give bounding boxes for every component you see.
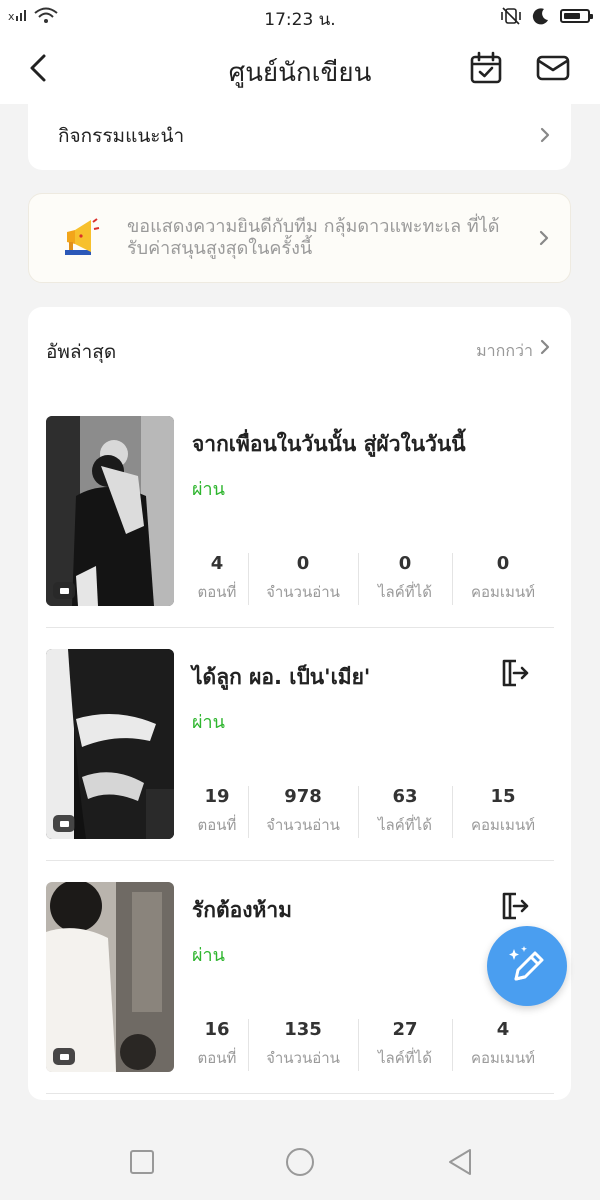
stat-episodes: 19 ตอนที่ xyxy=(186,784,248,840)
calendar-button[interactable] xyxy=(466,48,506,88)
story-cover-image[interactable] xyxy=(46,882,174,1072)
battery-icon xyxy=(560,9,593,23)
story-title: ได้ลูก ผอ. เป็น'เมีย' xyxy=(192,665,371,689)
story-stats: 19 ตอนที่ 978 จำนวนอ่าน 63 ไลค์ที่ได้ 15… xyxy=(186,784,554,840)
divider xyxy=(46,627,554,628)
stat-comments: 0 คอมเมนท์ xyxy=(452,551,554,607)
stat-label: ไลค์ที่ได้ xyxy=(378,583,432,601)
activity-label: กิจกรรมแนะนำ xyxy=(58,125,185,147)
back-icon xyxy=(449,1149,471,1175)
story-title: จากเพื่อนในวันนั้น สู่ผัวในวันนี้ xyxy=(192,432,466,456)
stat-value: 0 xyxy=(398,553,412,574)
stat-value: 4 xyxy=(496,1019,510,1040)
recent-apps-icon xyxy=(130,1150,154,1174)
divider xyxy=(46,1093,554,1094)
story-item[interactable]: ได้ลูก ผอ. เป็น'เมีย' ผ่าน 19 ตอนที่ 978… xyxy=(46,649,554,861)
write-fab-button[interactable] xyxy=(487,926,567,1006)
story-status: ผ่าน xyxy=(192,712,225,733)
header-bar: ศูนย์นักเขียน xyxy=(0,34,600,104)
story-item[interactable]: จากเพื่อนในวันนั้น สู่ผัวในวันนี้ ผ่าน 4… xyxy=(46,416,554,628)
stat-label: จำนวนอ่าน xyxy=(266,1049,340,1067)
stat-label: คอมเมนท์ xyxy=(470,816,536,834)
stat-label: จำนวนอ่าน xyxy=(266,583,340,601)
export-icon xyxy=(502,892,529,920)
chevron-right-icon xyxy=(537,127,553,143)
stat-label: ตอนที่ xyxy=(197,583,237,601)
stat-label: คอมเมนท์ xyxy=(470,1049,536,1067)
megaphone-icon xyxy=(65,218,100,255)
mail-icon xyxy=(536,55,570,81)
export-button[interactable] xyxy=(494,886,534,926)
more-link[interactable]: มากกว่า xyxy=(476,339,533,364)
story-item[interactable]: รักต้องห้าม ผ่าน 16 ตอนที่ 135 จำนวนอ่าน… xyxy=(46,882,554,1094)
story-stats: 16 ตอนที่ 135 จำนวนอ่าน 27 ไลค์ที่ได้ 4 … xyxy=(186,1017,554,1073)
chevron-right-icon xyxy=(536,230,552,246)
system-back-button[interactable] xyxy=(442,1144,478,1180)
export-button[interactable] xyxy=(494,653,534,693)
story-stats: 4 ตอนที่ 0 จำนวนอ่าน 0 ไลค์ที่ได้ 0 คอมเ… xyxy=(186,551,554,607)
notice-text: ขอแสดงความยินดีกับทีม กลุ้มดาวแพะทะเล ที… xyxy=(127,216,500,259)
recent-apps-button[interactable] xyxy=(124,1144,160,1180)
chat-badge-icon xyxy=(53,582,75,599)
stat-label: จำนวนอ่าน xyxy=(266,816,340,834)
stat-label: ไลค์ที่ได้ xyxy=(378,816,432,834)
story-status: ผ่าน xyxy=(192,479,225,500)
stat-episodes: 4 ตอนที่ xyxy=(186,551,248,607)
chat-badge-icon xyxy=(53,1048,75,1065)
stat-comments: 15 คอมเมนท์ xyxy=(452,784,554,840)
stat-value: 0 xyxy=(496,553,510,574)
stat-value: 27 xyxy=(392,1019,418,1040)
story-cover-image[interactable] xyxy=(46,416,174,606)
stat-episodes: 16 ตอนที่ xyxy=(186,1017,248,1073)
story-title: รักต้องห้าม xyxy=(192,898,292,922)
stat-comments: 4 คอมเมนท์ xyxy=(452,1017,554,1073)
stat-reads: 135 จำนวนอ่าน xyxy=(248,1017,358,1073)
stat-label: คอมเมนท์ xyxy=(470,583,536,601)
stat-value: 0 xyxy=(296,553,310,574)
stat-value: 4 xyxy=(210,553,224,574)
home-icon xyxy=(286,1148,314,1176)
stat-value: 15 xyxy=(490,786,516,807)
stat-reads: 978 จำนวนอ่าน xyxy=(248,784,358,840)
stat-value: 978 xyxy=(284,786,322,807)
chevron-right-icon xyxy=(537,339,553,355)
notice-banner[interactable]: ขอแสดงความยินดีกับทีม กลุ้มดาวแพะทะเล ที… xyxy=(28,193,571,283)
pen-sparkle-icon xyxy=(509,946,544,981)
divider xyxy=(46,860,554,861)
system-nav-bar xyxy=(0,1120,600,1200)
status-right xyxy=(500,6,593,26)
stat-label: ตอนที่ xyxy=(197,1049,237,1067)
page-title: ศูนย์นักเขียน xyxy=(228,58,372,88)
stat-likes: 27 ไลค์ที่ได้ xyxy=(358,1017,452,1073)
activity-row[interactable]: กิจกรรมแนะนำ xyxy=(28,104,571,170)
mail-button[interactable] xyxy=(533,48,573,88)
story-cover-image[interactable] xyxy=(46,649,174,839)
chat-badge-icon xyxy=(53,815,75,832)
stat-value: 16 xyxy=(204,1019,230,1040)
stat-label: ตอนที่ xyxy=(197,816,237,834)
stat-likes: 0 ไลค์ที่ได้ xyxy=(358,551,452,607)
stat-reads: 0 จำนวนอ่าน xyxy=(248,551,358,607)
stat-label: ไลค์ที่ได้ xyxy=(378,1049,432,1067)
story-status: ผ่าน xyxy=(192,945,225,966)
calendar-check-icon xyxy=(470,51,502,84)
stat-value: 19 xyxy=(204,786,230,807)
stat-likes: 63 ไลค์ที่ได้ xyxy=(358,784,452,840)
stat-value: 63 xyxy=(392,786,418,807)
vibrate-off-icon xyxy=(501,7,521,25)
home-button[interactable] xyxy=(282,1144,318,1180)
export-icon xyxy=(502,659,529,687)
status-bar: x 17:23 น. xyxy=(0,0,600,34)
section-title: อัพล่าสุด xyxy=(46,341,117,363)
moon-icon xyxy=(532,8,548,25)
stat-value: 135 xyxy=(284,1019,322,1040)
